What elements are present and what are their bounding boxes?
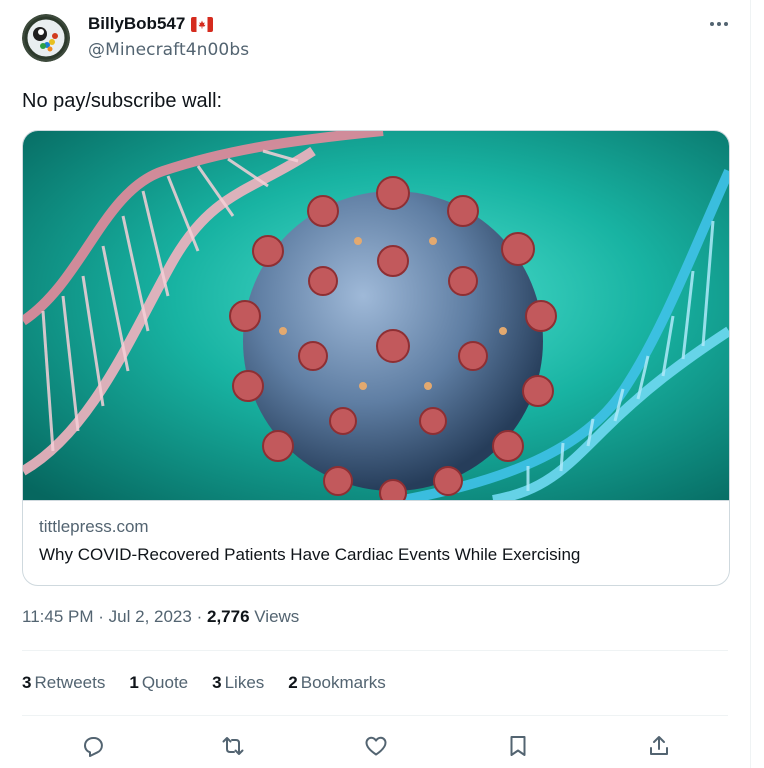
divider [22,650,728,651]
card-image[interactable] [23,131,729,507]
user-handle[interactable]: @Minecraft4n00bs [88,40,249,60]
bookmarks-count: 2 [288,673,298,692]
heart-icon [365,736,387,756]
tweet-time[interactable]: 11:45 PM [22,607,94,626]
card-meta[interactable]: tittlepress.com Why COVID-Recovered Pati… [23,500,729,585]
views-count: 2,776 [206,607,250,626]
meta-separator: · [196,607,203,626]
divider [22,715,728,716]
share-button[interactable] [641,728,677,764]
tweet-container: BillyBob547 @Minecraft4n00bs No pay/subs… [0,0,751,768]
tweet-meta: 11:45 PM · Jul 2, 2023 · 2,776 Views [22,607,299,627]
action-bar [22,728,728,764]
retweet-icon [222,737,244,755]
likes-stat[interactable]: 3 Likes [212,673,264,693]
link-card[interactable]: tittlepress.com Why COVID-Recovered Pati… [22,130,730,586]
reply-button[interactable] [75,728,111,764]
canada-flag-icon [191,16,214,32]
views-label: Views [254,607,300,626]
more-icon[interactable] [707,14,731,34]
reply-icon [84,737,103,757]
quotes-label: Quote [141,673,189,692]
card-domain: tittlepress.com [39,517,149,536]
quotes-stat[interactable]: 1 Quote [129,673,188,693]
display-name[interactable]: BillyBob547 [88,14,185,34]
likes-label: Likes [224,673,265,692]
retweet-button[interactable] [215,728,251,764]
engagement-stats: 3 Retweets 1 Quote 3 Likes 2 Bookmarks [22,673,386,693]
avatar[interactable] [22,14,70,62]
bookmark-button[interactable] [500,728,536,764]
tweet-date[interactable]: Jul 2, 2023 [109,607,192,626]
retweets-label: Retweets [34,673,106,692]
retweets-count: 3 [22,673,32,692]
like-button[interactable] [358,728,394,764]
name-row: BillyBob547 [88,14,214,34]
card-title: Why COVID-Recovered Patients Have Cardia… [39,545,581,564]
tweet-text: No pay/subscribe wall: [22,90,223,112]
meta-separator: · [98,607,104,626]
likes-count: 3 [212,673,222,692]
bookmarks-stat[interactable]: 2 Bookmarks [288,673,386,693]
retweets-stat[interactable]: 3 Retweets [22,673,105,693]
bookmarks-label: Bookmarks [300,673,386,692]
share-icon [650,736,668,755]
quotes-count: 1 [129,673,139,692]
bookmark-icon [510,736,526,756]
